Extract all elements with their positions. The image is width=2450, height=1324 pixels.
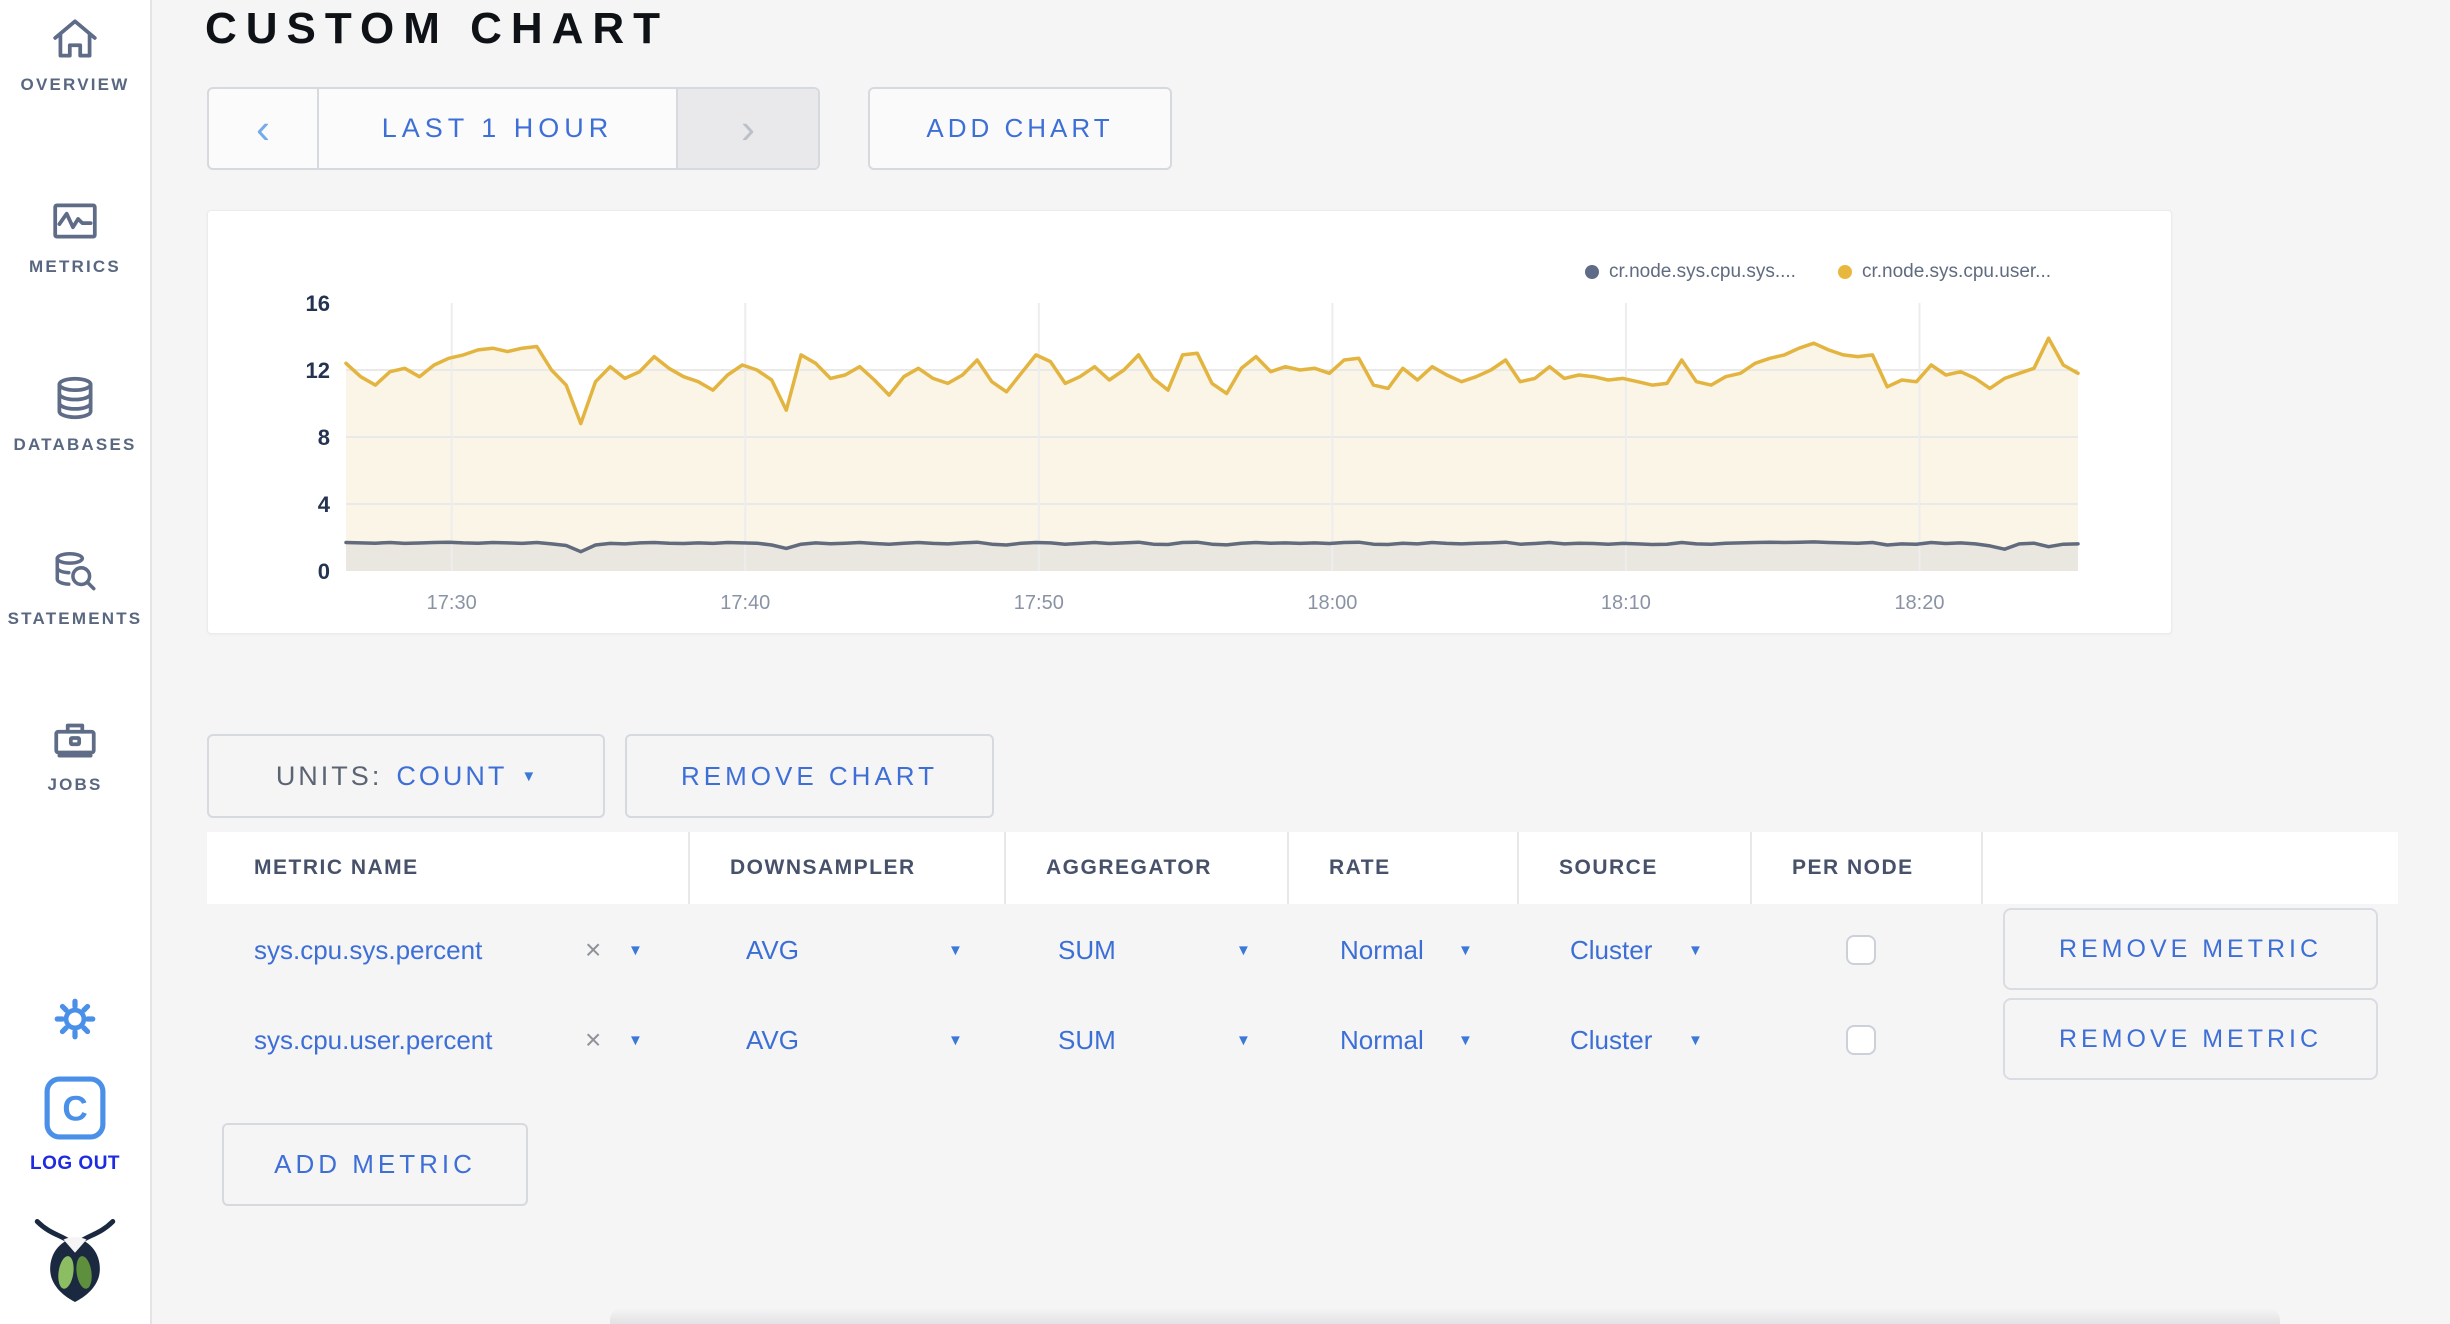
legend-dot-icon	[1837, 265, 1852, 279]
add-metric-button[interactable]: ADD METRIC	[222, 1123, 528, 1206]
column-header-downsampler: DOWNSAMPLER	[690, 832, 1006, 904]
chevron-down-icon[interactable]: ▼	[1688, 998, 1703, 1082]
sidebar-item-jobs[interactable]: JOBS	[0, 714, 150, 795]
units-value: COUNT	[396, 760, 508, 791]
gear-icon	[52, 996, 98, 1047]
metric-name-select[interactable]: sys.cpu.user.percent	[254, 998, 492, 1082]
svg-text:16: 16	[306, 291, 330, 316]
add-chart-button[interactable]: ADD CHART	[868, 87, 1172, 170]
units-dropdown[interactable]: UNITS: COUNT ▼	[207, 734, 605, 818]
column-header-rate: RATE	[1289, 832, 1519, 904]
time-window-dropdown[interactable]: LAST 1 HOUR	[319, 89, 676, 168]
time-window-next-button[interactable]: ›	[676, 89, 818, 168]
custom-chart-page: OVERVIEW METRICS DATABASES STATEMENTS JO…	[0, 0, 2450, 1324]
svg-text:4: 4	[318, 492, 331, 517]
legend-dot-icon	[1585, 265, 1600, 279]
page-title: CUSTOM CHART	[205, 4, 670, 53]
chevron-down-icon[interactable]: ▼	[948, 908, 963, 992]
sidebar-logo	[0, 1210, 150, 1307]
time-window-label: LAST 1 HOUR	[381, 113, 614, 143]
home-icon	[50, 14, 100, 69]
per-node-checkbox[interactable]	[1846, 1025, 1876, 1055]
statements-search-icon	[50, 548, 100, 603]
aggregator-select[interactable]: SUM	[1058, 998, 1116, 1082]
rate-select[interactable]: Normal	[1340, 998, 1424, 1082]
aggregator-select[interactable]: SUM	[1058, 908, 1116, 992]
svg-text:18:20: 18:20	[1894, 592, 1944, 614]
chart-card: 0 4 8 12 16 17:30 17:40 17:50 18:00 18:10 18:20 cr…	[207, 210, 2172, 634]
chevron-down-icon: ▼	[521, 767, 537, 785]
rate-select[interactable]: Normal	[1340, 908, 1424, 992]
units-label: UNITS:	[275, 760, 383, 791]
sidebar-logout[interactable]: C LOG OUT	[0, 1076, 150, 1175]
column-header-per-node: PER NODE	[1752, 832, 1983, 904]
sidebar-item-statements[interactable]: STATEMENTS	[0, 548, 150, 629]
chevron-down-icon[interactable]: ▼	[1458, 908, 1473, 992]
sidebar-item-label: METRICS	[29, 257, 121, 276]
table-row: sys.cpu.user.percent × ▼ AVG ▼ SUM ▼ Nor…	[207, 998, 2398, 1082]
svg-text:8: 8	[318, 425, 330, 450]
sidebar-item-overview[interactable]: OVERVIEW	[0, 14, 150, 95]
time-window-prev-button[interactable]: ‹	[209, 89, 319, 168]
chevron-down-icon[interactable]: ▼	[1458, 998, 1473, 1082]
column-header-source: SOURCE	[1519, 832, 1752, 904]
metrics-chart-icon	[50, 196, 100, 251]
sidebar-settings[interactable]	[0, 996, 150, 1047]
briefcase-icon	[50, 714, 100, 769]
legend-label: cr.node.sys.cpu.sys....	[1609, 261, 1796, 282]
time-window-selector: ‹ LAST 1 HOUR ›	[207, 87, 820, 170]
chevron-down-icon[interactable]: ▼	[628, 908, 643, 992]
remove-metric-button[interactable]: REMOVE METRIC	[2003, 998, 2378, 1080]
svg-text:17:40: 17:40	[720, 592, 770, 614]
clear-metric-icon[interactable]: ×	[585, 908, 601, 992]
clear-metric-icon[interactable]: ×	[585, 998, 601, 1082]
next-section-shadow	[610, 1308, 2280, 1324]
column-header-metric-name: METRIC NAME	[207, 832, 690, 904]
source-select[interactable]: Cluster	[1570, 998, 1652, 1082]
downsampler-select[interactable]: AVG	[746, 908, 799, 992]
cockroach-bug-logo	[32, 1219, 118, 1306]
legend-entry-user[interactable]: cr.node.sys.cpu.user...	[1837, 261, 2051, 283]
table-row: sys.cpu.sys.percent × ▼ AVG ▼ SUM ▼ Norm…	[207, 908, 2398, 992]
chevron-right-icon: ›	[741, 104, 755, 152]
column-header-actions	[1983, 832, 2398, 904]
chevron-down-icon[interactable]: ▼	[628, 998, 643, 1082]
sidebar: OVERVIEW METRICS DATABASES STATEMENTS JO…	[0, 0, 152, 1324]
sidebar-item-label: OVERVIEW	[20, 75, 130, 94]
svg-text:17:30: 17:30	[427, 592, 477, 614]
sidebar-item-metrics[interactable]: METRICS	[0, 196, 150, 277]
remove-metric-button[interactable]: REMOVE METRIC	[2003, 908, 2378, 990]
chevron-left-icon: ‹	[256, 104, 270, 152]
column-header-aggregator: AGGREGATOR	[1006, 832, 1289, 904]
logout-label: LOG OUT	[29, 1153, 121, 1174]
legend-entry-sys[interactable]: cr.node.sys.cpu.sys....	[1585, 261, 1796, 283]
sidebar-item-label: DATABASES	[13, 435, 137, 454]
svg-text:0: 0	[318, 559, 330, 584]
metrics-table-header: METRIC NAME DOWNSAMPLER AGGREGATOR RATE …	[207, 832, 2398, 904]
chevron-down-icon[interactable]: ▼	[1688, 908, 1703, 992]
svg-text:C: C	[62, 1089, 87, 1128]
source-select[interactable]: Cluster	[1570, 908, 1652, 992]
sidebar-item-databases[interactable]: DATABASES	[0, 374, 150, 455]
database-icon	[50, 374, 100, 429]
sidebar-item-label: JOBS	[47, 775, 103, 794]
remove-chart-button[interactable]: REMOVE CHART	[625, 734, 994, 818]
cockroach-c-icon: C	[44, 1076, 106, 1145]
downsampler-select[interactable]: AVG	[746, 998, 799, 1082]
metric-name-select[interactable]: sys.cpu.sys.percent	[254, 908, 482, 992]
svg-text:17:50: 17:50	[1014, 592, 1064, 614]
legend-label: cr.node.sys.cpu.user...	[1861, 261, 2051, 282]
svg-text:12: 12	[306, 358, 330, 383]
chart-legend: cr.node.sys.cpu.sys.... cr.node.sys.cpu.…	[1585, 261, 2051, 283]
svg-text:18:10: 18:10	[1601, 592, 1651, 614]
per-node-checkbox[interactable]	[1846, 935, 1876, 965]
sidebar-item-label: STATEMENTS	[7, 609, 143, 628]
svg-text:18:00: 18:00	[1307, 592, 1357, 614]
chevron-down-icon[interactable]: ▼	[1236, 908, 1251, 992]
chevron-down-icon[interactable]: ▼	[1236, 998, 1251, 1082]
chevron-down-icon[interactable]: ▼	[948, 998, 963, 1082]
